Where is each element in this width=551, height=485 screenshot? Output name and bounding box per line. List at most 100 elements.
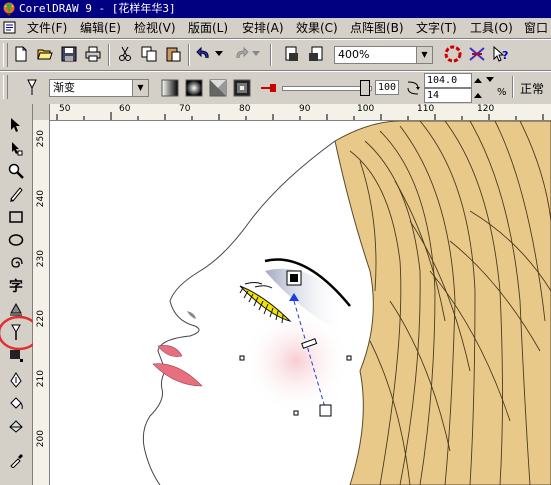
open-folder-icon: [37, 49, 53, 60]
midpoint-slider-thumb[interactable]: [360, 80, 370, 96]
angle-rotate-indicator: [403, 78, 423, 98]
menu-arrange[interactable]: 安排(A): [242, 20, 284, 36]
dropdown-arrow-icon: [215, 51, 223, 56]
chevron-down-icon[interactable]: ▼: [416, 47, 432, 63]
drawing-canvas[interactable]: [50, 121, 551, 485]
fill-color-button[interactable]: [258, 78, 278, 98]
toolbar-grip[interactable]: [3, 43, 8, 67]
fill-type-value: 渐变: [53, 81, 75, 94]
angle-input[interactable]: 104.0: [424, 73, 472, 88]
nostril: [187, 311, 196, 319]
percent-label: %: [497, 87, 507, 98]
menu-text[interactable]: 文字(T): [416, 20, 457, 36]
ruler-label: 70: [179, 104, 191, 114]
toolbox: 字: [0, 104, 41, 485]
zoom-level-value: 400%: [338, 48, 370, 61]
spiral-tool[interactable]: [4, 252, 28, 274]
svg-text:?: ?: [502, 49, 508, 62]
spin-down-icon: [486, 77, 494, 82]
paint-bucket-icon: [10, 397, 23, 410]
ellipse-tool[interactable]: [4, 229, 28, 251]
ruler-label: 210: [36, 370, 46, 388]
corel-launcher-button[interactable]: [443, 44, 463, 64]
ruler-label: 50: [59, 104, 71, 114]
pointer-arrow-icon: [11, 118, 20, 132]
menu-effects[interactable]: 效果(C): [296, 20, 338, 36]
conical-gradient-icon: [209, 79, 227, 97]
undo-dropdown-button[interactable]: [213, 44, 225, 64]
ruler-origin[interactable]: [33, 104, 50, 121]
copy-icon: [141, 46, 157, 62]
shape-node-icon: [12, 142, 23, 156]
zoom-tool[interactable]: [4, 160, 28, 182]
print-button[interactable]: [83, 44, 103, 64]
menu-view[interactable]: 检视(V): [134, 20, 176, 36]
conical-fountain-button[interactable]: [208, 78, 228, 98]
illustration: [142, 121, 551, 485]
corel-tutor-button[interactable]: [467, 44, 487, 64]
undo-button[interactable]: [194, 44, 214, 64]
menu-bitmaps[interactable]: 点阵图(B): [350, 20, 404, 36]
redo-arrow-icon: [236, 46, 249, 59]
hair-shape: [334, 121, 551, 485]
transparency-mode-label[interactable]: 正常: [520, 80, 544, 97]
eyedropper-icon: [10, 454, 23, 468]
cut-button[interactable]: [115, 44, 135, 64]
ruler-label: 90: [299, 104, 311, 114]
vertical-ruler[interactable]: 250 240 230 220 210 200: [33, 120, 50, 485]
spiral-icon: [11, 257, 23, 268]
import-button[interactable]: [282, 44, 302, 64]
outline-tool[interactable]: [4, 369, 28, 391]
menu-tools[interactable]: 工具(O): [470, 20, 513, 36]
menu-edit[interactable]: 编辑(E): [80, 20, 121, 36]
shape-tool[interactable]: [4, 137, 28, 159]
eyedropper-sample-tool[interactable]: [4, 449, 28, 471]
open-button[interactable]: [35, 44, 55, 64]
zoom-level-select[interactable]: 400% ▼: [334, 46, 433, 64]
freehand-tool[interactable]: [4, 183, 28, 205]
square-fountain-button[interactable]: [232, 78, 252, 98]
midpoint-slider-track[interactable]: [282, 86, 372, 91]
ruler-label: 200: [36, 430, 46, 448]
new-button[interactable]: [11, 44, 31, 64]
paste-button[interactable]: [163, 44, 183, 64]
save-button[interactable]: [59, 44, 79, 64]
angle-spin-up[interactable]: [472, 73, 484, 87]
redo-dropdown-button[interactable]: [250, 44, 262, 64]
menu-layout[interactable]: 版面(L): [188, 20, 228, 36]
toolbar-grip[interactable]: [3, 75, 8, 99]
rectangle-tool[interactable]: [4, 206, 28, 228]
horizontal-ruler[interactable]: 50 60 70 80 90 100 110 120: [33, 104, 551, 121]
dropdown-arrow-icon: [252, 51, 260, 56]
fill-tool[interactable]: [4, 392, 28, 414]
redo-button[interactable]: [231, 44, 251, 64]
pen-nib-icon: [10, 372, 22, 388]
midpoint-input[interactable]: 100: [375, 80, 399, 95]
export-button[interactable]: [306, 44, 326, 64]
spin-up-icon: [474, 93, 482, 98]
menu-file[interactable]: 文件(F): [27, 20, 67, 36]
angle-spin-down[interactable]: [484, 73, 496, 87]
linear-fountain-button[interactable]: [160, 78, 180, 98]
whats-this-button[interactable]: ?: [491, 44, 511, 64]
copy-button[interactable]: [139, 44, 159, 64]
interactive-transparency-tool[interactable]: [4, 415, 28, 437]
steps-spin-up[interactable]: [472, 88, 484, 102]
text-tool[interactable]: 字: [4, 275, 28, 297]
toolbar-separator: [270, 44, 272, 66]
linear-gradient-icon: [161, 79, 179, 97]
steps-input[interactable]: 14: [424, 88, 472, 103]
coreldraw-balloon-icon: [3, 2, 15, 16]
document-control-icon[interactable]: [3, 21, 16, 34]
fill-type-select[interactable]: 渐变 ▼: [49, 79, 149, 97]
menu-window[interactable]: 窗口: [524, 20, 548, 36]
pick-tool[interactable]: [4, 114, 28, 136]
eyedropper-tool[interactable]: [4, 344, 28, 366]
ruler-label: 60: [119, 104, 131, 114]
scissors-icon: [119, 46, 131, 61]
interactive-fill-icon: [27, 79, 37, 95]
chevron-down-icon[interactable]: ▼: [132, 80, 148, 96]
radial-fountain-button[interactable]: [184, 78, 204, 98]
ellipse-icon: [8, 234, 24, 246]
ruler-label: 220: [36, 310, 46, 328]
